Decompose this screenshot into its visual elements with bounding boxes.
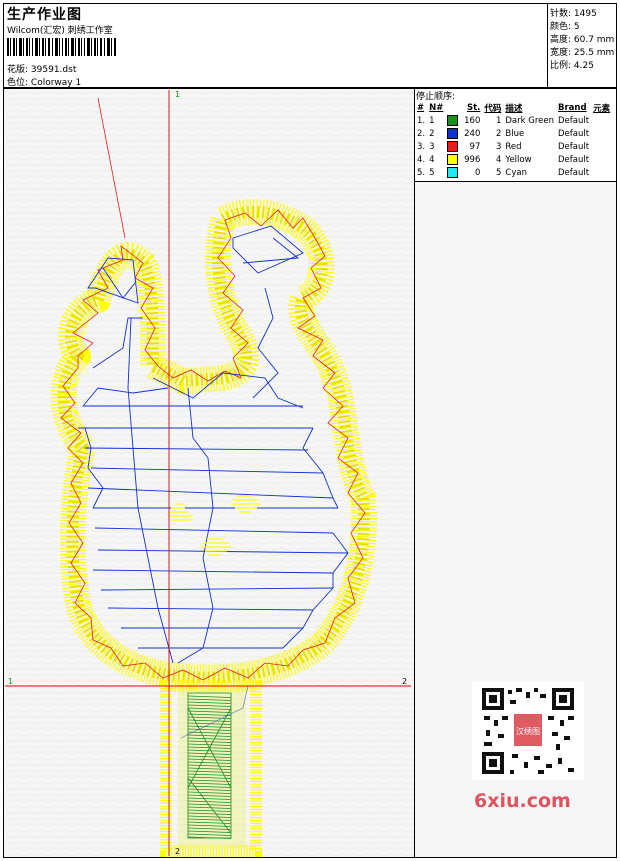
color-swatch	[447, 167, 459, 178]
legend-stitches: 240	[464, 129, 481, 139]
page-title: 生产作业图	[7, 7, 82, 23]
legend-desc: Blue	[505, 128, 525, 139]
legend-brand: Default	[558, 167, 590, 178]
design-label: 花版:	[7, 65, 29, 75]
col-index: #	[417, 102, 425, 113]
col-n: N#	[429, 102, 444, 113]
legend-row: 4. 4 996 4 Yellow Default	[415, 153, 612, 166]
legend-index: 2.	[417, 128, 426, 139]
legend-n: 3	[429, 141, 435, 152]
design-file-line: 花版: 39591.dst	[7, 62, 76, 75]
colorway-line: 色位: Colorway 1	[7, 75, 81, 88]
legend-row: 5. 5 0 5 Cyan Default	[415, 166, 612, 179]
design-file: 39591.dst	[30, 65, 77, 75]
color-swatch	[447, 128, 459, 139]
legend-desc: Red	[505, 141, 522, 152]
legend-index: 1.	[417, 115, 426, 126]
barcode-icon	[7, 38, 116, 56]
color-legend-table: # N# St. 代码 描述 Brand 元素 1. 1 160 1 Dark Gree…	[415, 101, 612, 179]
legend-stitch-cell: 160	[445, 114, 482, 127]
axis-label-bottom: 2	[175, 847, 180, 856]
axis-label-left: 1	[8, 677, 13, 686]
color-swatch	[447, 154, 459, 165]
studio-name: Wilcom(汇宏) 刺绣工作室	[7, 26, 113, 36]
legend-code: 1	[495, 115, 502, 126]
legend-element	[591, 140, 612, 153]
legend-element	[591, 114, 612, 127]
axis-label-top: 1	[175, 90, 180, 99]
stat-colors: 颜色: 5	[550, 22, 580, 32]
embroidery-design: 1 2 1 2	[4, 89, 414, 857]
axis-label-right: 2	[402, 677, 407, 686]
legend-code: 4	[495, 154, 502, 165]
legend-element	[591, 127, 612, 140]
legend-index: 5.	[417, 167, 426, 178]
legend-n: 1	[429, 115, 435, 126]
stat-scale: 比例: 4.25	[550, 61, 594, 71]
legend-brand: Default	[558, 115, 590, 126]
legend-stitch-cell: 0	[445, 166, 482, 179]
col-stitches: St.	[466, 102, 481, 113]
col-brand: Brand	[558, 102, 587, 113]
colorway-label: 色位:	[7, 78, 29, 88]
legend-code: 3	[495, 141, 502, 152]
legend-n: 2	[429, 128, 435, 139]
legend-brand: Default	[558, 154, 590, 165]
colorway-value: Colorway 1	[30, 78, 82, 88]
stat-stitches: 针数: 1495	[550, 9, 597, 19]
col-element: 元素	[593, 103, 611, 114]
col-code: 代码	[484, 103, 502, 114]
legend-index: 3.	[417, 141, 426, 152]
qr-stamp-text: 汉绣图	[516, 726, 540, 736]
legend-stitches: 996	[464, 155, 481, 165]
legend-code: 5	[495, 167, 502, 178]
legend-stitches: 0	[474, 168, 481, 178]
stat-width: 宽度: 25.5 mm	[550, 48, 615, 58]
stat-height: 高度: 60.7 mm	[550, 35, 615, 45]
legend-code: 2	[495, 128, 502, 139]
legend-row: 1. 1 160 1 Dark Green Default	[415, 114, 612, 127]
legend-index: 4.	[417, 154, 426, 165]
legend-desc: Dark Green	[505, 115, 555, 126]
legend-stitch-cell: 97	[445, 140, 482, 153]
col-desc: 描述	[505, 103, 523, 114]
legend-n: 4	[429, 154, 435, 165]
legend-brand: Default	[558, 141, 590, 152]
color-swatch	[447, 115, 459, 126]
legend-desc: Yellow	[505, 154, 532, 165]
legend-element	[591, 153, 612, 166]
legend-element	[591, 166, 612, 179]
legend-row: 2. 2 240 2 Blue Default	[415, 127, 612, 140]
color-swatch	[447, 141, 459, 152]
stem-stitches	[160, 680, 262, 857]
legend-n: 5	[429, 167, 435, 178]
legend-stitch-cell: 240	[445, 127, 482, 140]
legend-stitch-cell: 996	[445, 153, 482, 166]
legend-row: 3. 3 97 3 Red Default	[415, 140, 612, 153]
legend-brand: Default	[558, 128, 590, 139]
legend-stitches: 97	[469, 142, 481, 152]
qr-code-icon: 汉绣图	[472, 682, 584, 780]
watermark-brand: 6xiu.com	[474, 790, 571, 812]
legend-stitches: 160	[464, 116, 481, 126]
legend-desc: Cyan	[505, 167, 527, 178]
